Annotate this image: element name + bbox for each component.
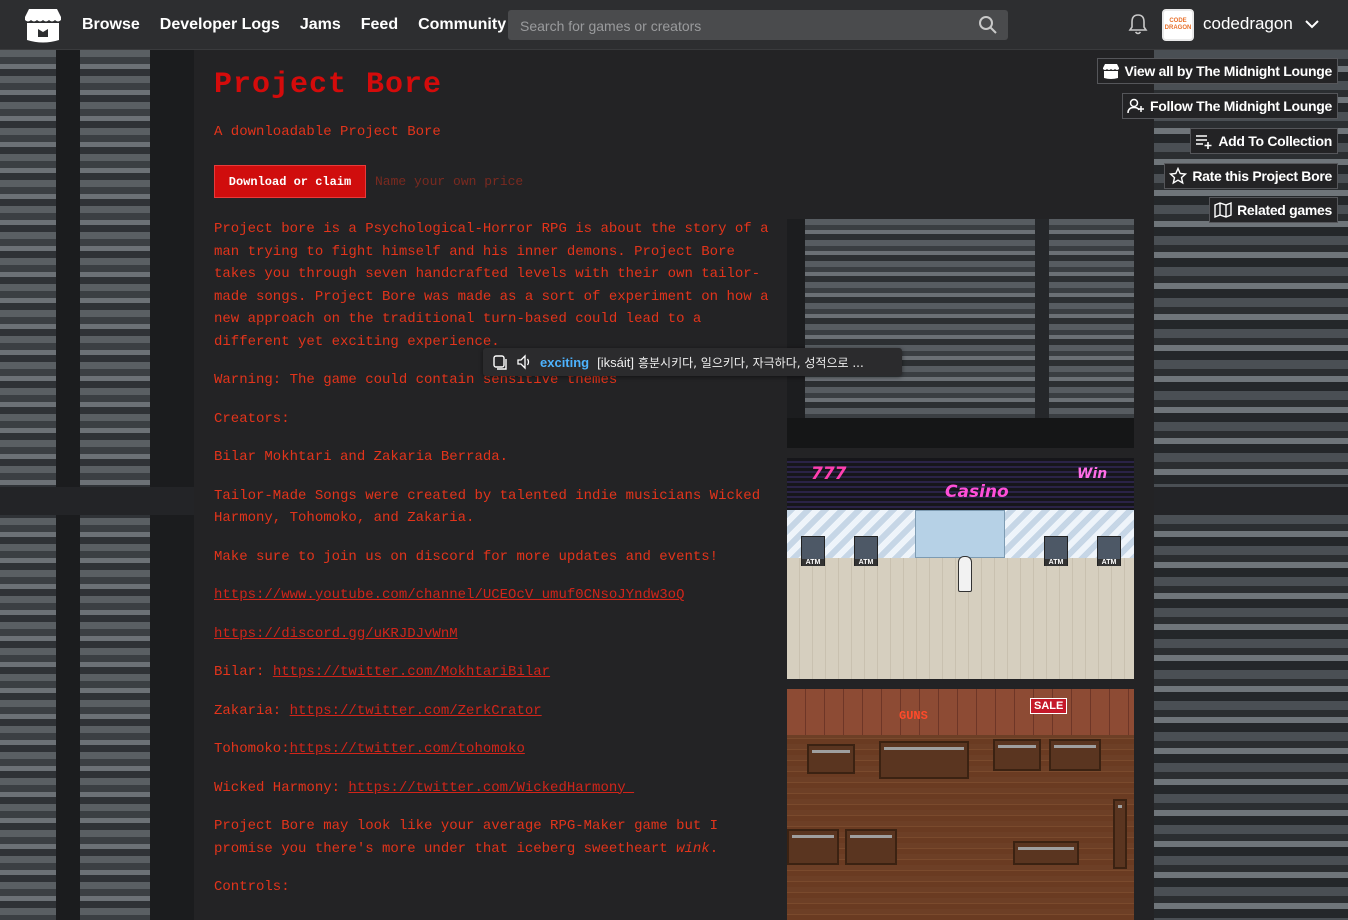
- nav-jams[interactable]: Jams: [300, 16, 341, 34]
- discord-link-row: https://discord.gg/uKRJDJvWnM: [214, 623, 774, 646]
- creators-names: Bilar Mokhtari and Zakaria Berrada.: [214, 449, 509, 465]
- related-games-button[interactable]: Related games: [1209, 197, 1338, 223]
- tohomoko-row: Tohomoko:https://twitter.com/tohomoko: [214, 738, 774, 761]
- itchio-small-icon: [1102, 64, 1119, 79]
- player-character: [958, 556, 972, 592]
- creators-heading: Creators:: [214, 410, 290, 427]
- speaker-icon[interactable]: [516, 354, 532, 370]
- map-icon: [1214, 201, 1232, 219]
- atm-machine: ATM: [854, 536, 878, 566]
- shop-shelf: [1049, 739, 1101, 771]
- dictionary-tooltip: exciting [iksáit] 흥분시키다, 일으키다, 자극하다, 성적으…: [483, 348, 902, 376]
- copy-icon[interactable]: [492, 354, 508, 370]
- add-collection-label: Add To Collection: [1218, 133, 1332, 149]
- rate-button[interactable]: Rate this Project Bore: [1164, 163, 1338, 189]
- tohomoko-label: Tohomoko:: [214, 741, 290, 757]
- download-button[interactable]: Download or claim: [214, 165, 366, 198]
- discord-callout: Make sure to join us on discord for more…: [214, 548, 719, 565]
- sign-win: Win: [1077, 466, 1108, 482]
- tooltip-pronunciation: [iksáit]: [597, 354, 634, 370]
- atm-label: ATM: [1098, 559, 1120, 566]
- atm-label: ATM: [802, 559, 824, 566]
- atm-machine: ATM: [801, 536, 825, 566]
- screenshot-gun-shop[interactable]: GUNS SALE: [787, 689, 1134, 920]
- game-description: Project bore is a Psychological-Horror R…: [214, 218, 774, 915]
- top-navigation: Browse Developer Logs Jams Feed Communit…: [0, 0, 1348, 50]
- add-to-list-icon: [1196, 135, 1212, 149]
- wicked-label: Wicked Harmony:: [214, 779, 349, 796]
- view-all-label: View all by The Midnight Lounge: [1124, 63, 1333, 79]
- zakaria-row: Zakaria: https://twitter.com/ZerkCrator: [214, 700, 774, 723]
- zakaria-twitter-link[interactable]: https://twitter.com/ZerkCrator: [290, 703, 542, 719]
- view-all-button[interactable]: View all by The Midnight Lounge: [1096, 58, 1338, 84]
- add-user-icon: [1127, 98, 1145, 114]
- atm-label: ATM: [855, 559, 877, 566]
- atm-label: ATM: [1045, 559, 1067, 566]
- window-sill: [787, 418, 1134, 448]
- description-paragraph: Project bore is a Psychological-Horror R…: [214, 221, 769, 350]
- page-title: Project Bore: [214, 68, 443, 102]
- shop-shelf: [993, 739, 1041, 771]
- avatar[interactable]: CODE DRAGON: [1162, 9, 1194, 41]
- related-label: Related games: [1237, 202, 1332, 218]
- star-icon: [1169, 167, 1188, 185]
- wicked-row: Wicked Harmony: https://twitter.com/Wick…: [214, 777, 774, 800]
- discord-link[interactable]: https://discord.gg/uKRJDJvWnM: [214, 626, 458, 642]
- closing-period: .: [709, 840, 719, 857]
- nav-developer-logs[interactable]: Developer Logs: [160, 16, 280, 34]
- shop-shelf: [807, 744, 855, 774]
- game-page-column: Project Bore A downloadable Project Bore…: [194, 50, 1154, 920]
- shop-counter: [879, 741, 969, 779]
- closing-paragraph: Project Bore may look like your average …: [214, 815, 774, 860]
- follow-label: Follow The Midnight Lounge: [1150, 98, 1332, 114]
- screenshot-casino[interactable]: 777 Casino Win ATM ATM ATM ATM: [787, 458, 1134, 679]
- username-label[interactable]: codedragon: [1203, 14, 1293, 34]
- bilar-label: Bilar:: [214, 664, 273, 680]
- shop-shelf: [1013, 841, 1079, 865]
- nav-community[interactable]: Community: [418, 16, 506, 34]
- price-hint: Name your own price: [375, 174, 524, 189]
- screenshot-rainy-window[interactable]: [787, 219, 1134, 448]
- sign-777: 777: [811, 464, 847, 484]
- music-credits: Tailor-Made Songs were created by talent…: [214, 487, 761, 527]
- bilar-twitter-link[interactable]: https://twitter.com/MokhtariBilar: [273, 664, 550, 680]
- chevron-down-icon[interactable]: [1303, 15, 1321, 33]
- search-icon[interactable]: [978, 15, 998, 35]
- atm-machine: ATM: [1044, 536, 1068, 566]
- zakaria-label: Zakaria:: [214, 702, 290, 719]
- bilar-row: Bilar: https://twitter.com/MokhtariBilar: [214, 661, 774, 684]
- search-input[interactable]: [518, 10, 972, 42]
- shop-shelf: [1113, 799, 1127, 869]
- nav-feed[interactable]: Feed: [361, 16, 398, 34]
- closing-text: Project Bore may look like your average …: [214, 818, 719, 857]
- casino-sign: Casino: [945, 482, 1009, 502]
- game-subtitle: A downloadable Project Bore: [214, 124, 441, 140]
- follow-button[interactable]: Follow The Midnight Lounge: [1122, 93, 1338, 119]
- controls-heading: Controls:: [214, 879, 290, 895]
- tohomoko-twitter-link[interactable]: https://twitter.com/tohomoko: [290, 741, 525, 757]
- nav-browse[interactable]: Browse: [82, 16, 140, 34]
- main-nav: Browse Developer Logs Jams Feed Communit…: [82, 0, 506, 50]
- guns-sign: GUNS: [899, 709, 928, 723]
- itchio-logo-icon[interactable]: [24, 7, 62, 43]
- atm-machine: ATM: [1097, 536, 1121, 566]
- add-to-collection-button[interactable]: Add To Collection: [1190, 128, 1338, 154]
- youtube-link[interactable]: https://www.youtube.com/channel/UCEOcV_u…: [214, 587, 684, 603]
- shop-shelf: [845, 829, 897, 865]
- tooltip-word: exciting: [540, 354, 590, 370]
- sale-sign: SALE: [1030, 698, 1068, 714]
- wink-text: wink: [676, 840, 710, 857]
- notification-bell-icon[interactable]: [1128, 13, 1148, 35]
- shop-wall: [787, 689, 1134, 735]
- wicked-twitter-link[interactable]: https://twitter.com/WickedHarmony_: [348, 780, 634, 796]
- search-bar: [508, 10, 1008, 42]
- rate-label: Rate this Project Bore: [1192, 168, 1332, 184]
- shop-shelf: [787, 829, 839, 865]
- youtube-link-row: https://www.youtube.com/channel/UCEOcV_u…: [214, 584, 774, 607]
- casino-door: [915, 510, 1005, 558]
- tooltip-definition: 흥분시키다, 일으키다, 자극하다, 성적으로 ...: [637, 355, 864, 370]
